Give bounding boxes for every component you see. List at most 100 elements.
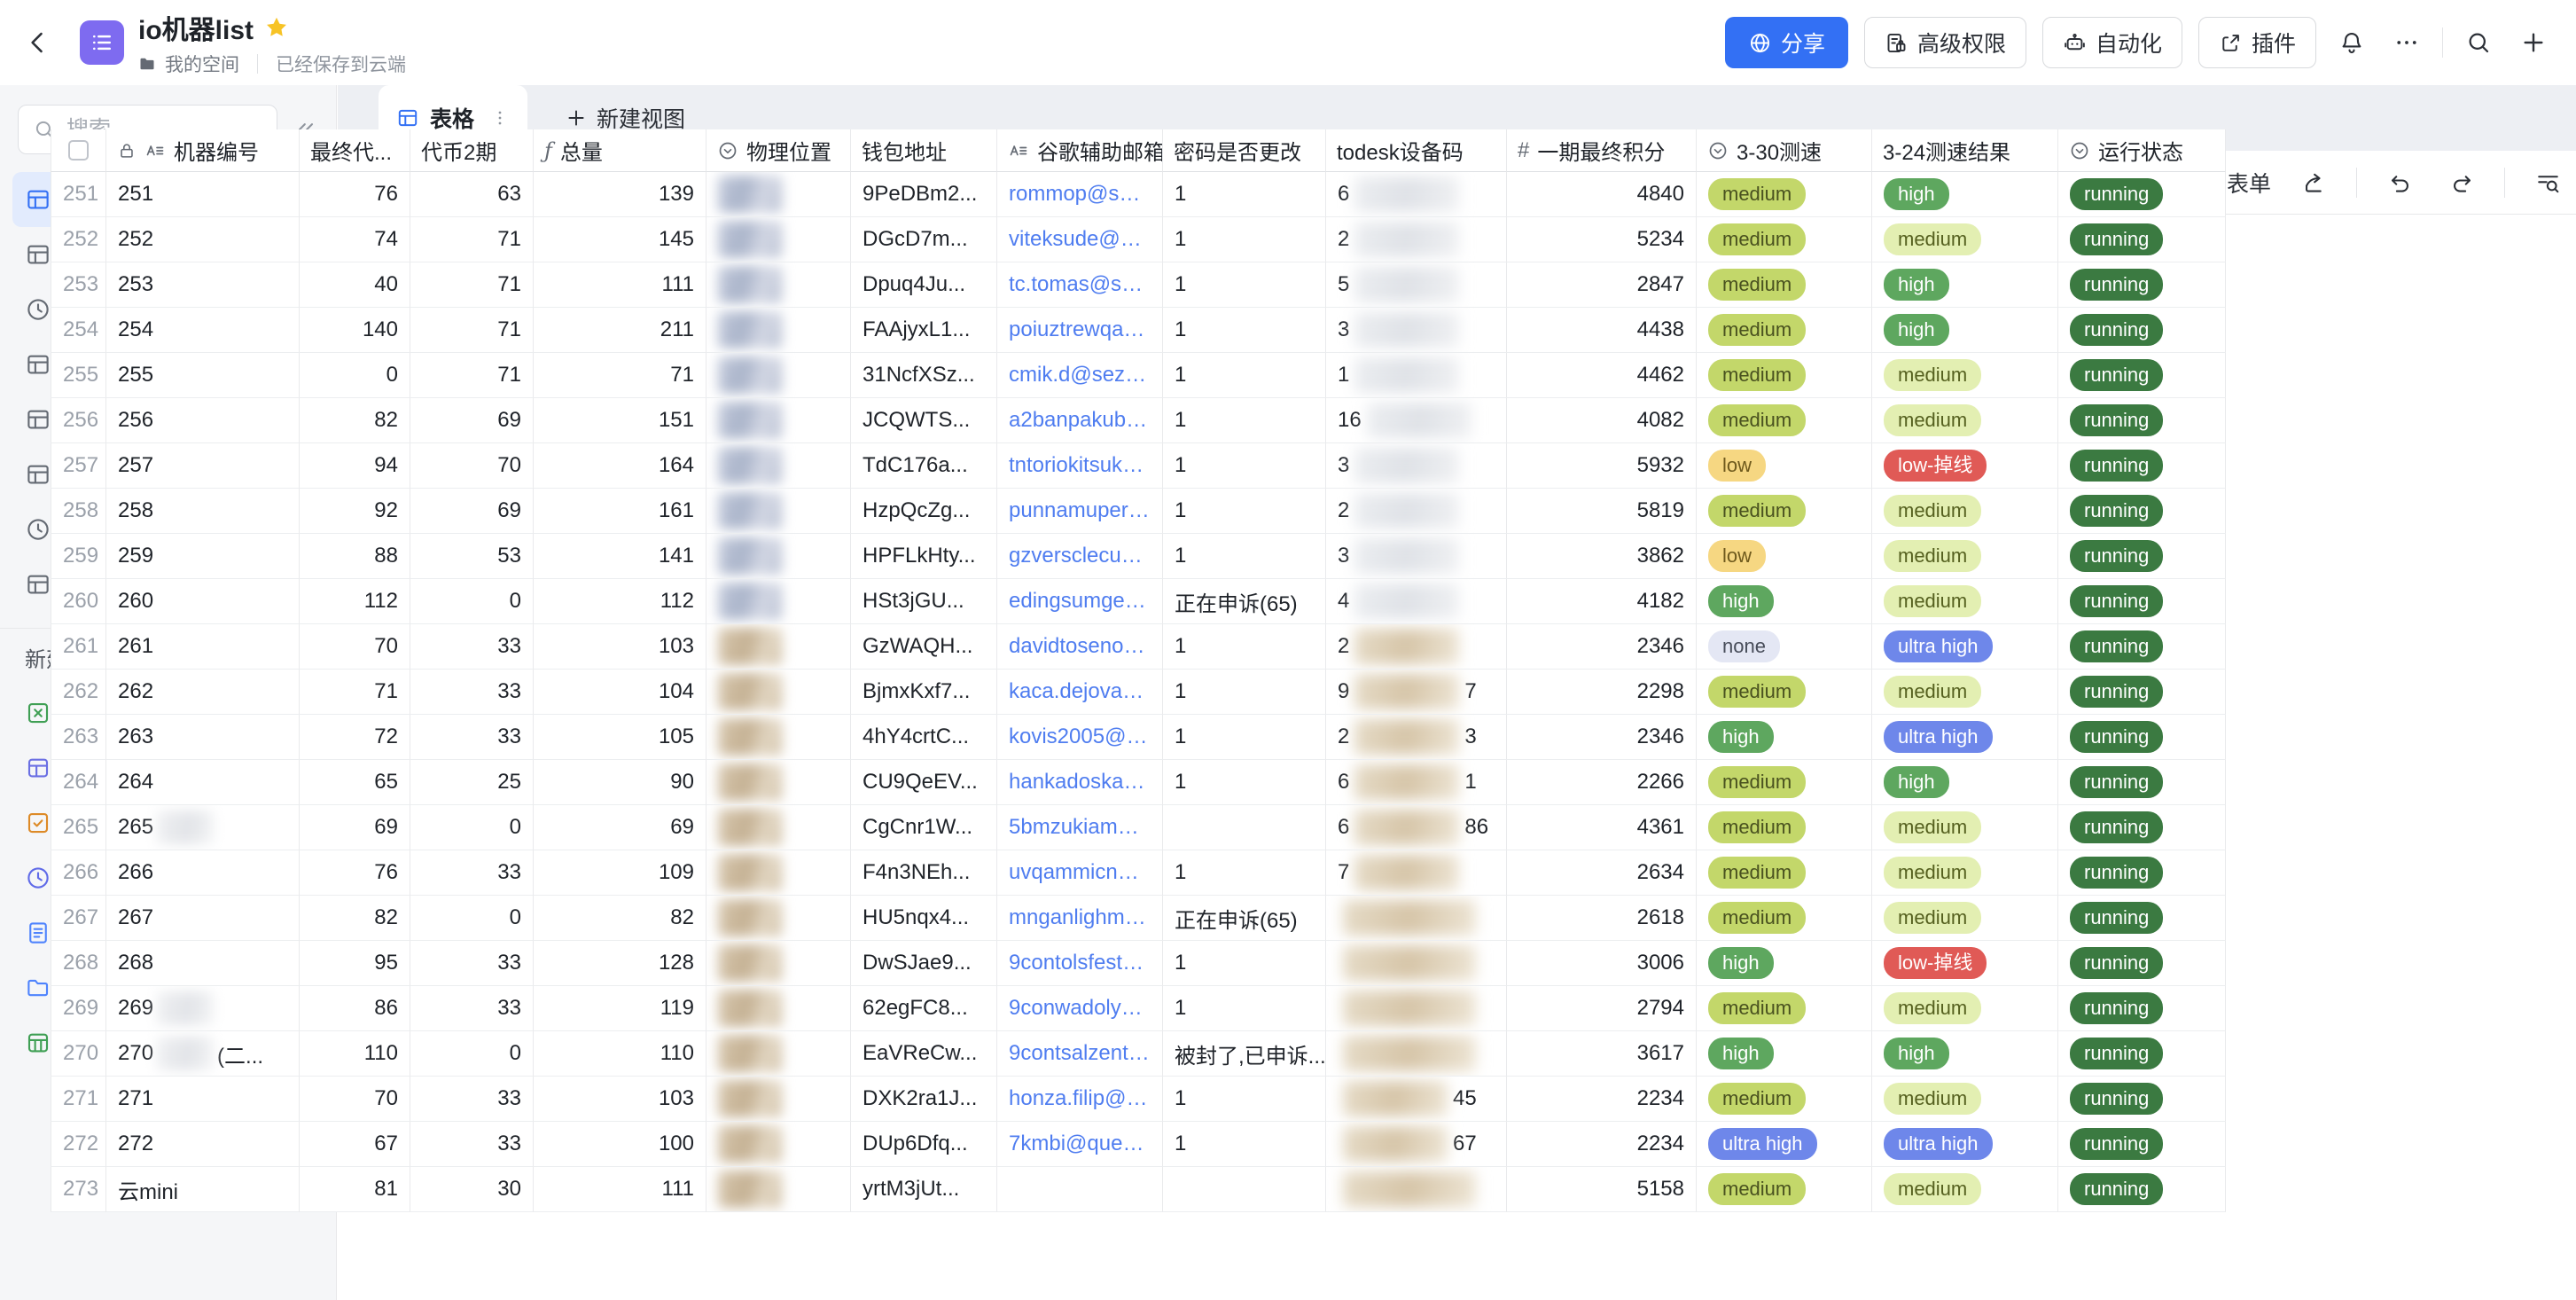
cell-todesk[interactable]	[1326, 1167, 1507, 1212]
cell-s330[interactable]: medium	[1697, 986, 1872, 1031]
cell-coin2[interactable]: 70	[410, 443, 534, 489]
cell-todesk[interactable]: 4	[1326, 579, 1507, 624]
cell-points[interactable]: 2298	[1507, 670, 1697, 715]
select-all-header[interactable]	[51, 129, 106, 172]
cell-email[interactable]: 5bmzukiamagu...	[997, 805, 1163, 850]
cell-coin2[interactable]: 30	[410, 1167, 534, 1212]
cell-s330[interactable]: medium	[1697, 489, 1872, 534]
cell-todesk[interactable]	[1326, 896, 1507, 941]
cell-wallet[interactable]: TdC176a...	[851, 443, 997, 489]
cell-status[interactable]: running	[2058, 353, 2226, 398]
cell-location[interactable]	[706, 624, 851, 670]
cell-status[interactable]: running	[2058, 398, 2226, 443]
cell-s324[interactable]: high	[1872, 1031, 2058, 1077]
cell-total[interactable]: 119	[534, 986, 706, 1031]
cell-points[interactable]: 3617	[1507, 1031, 1697, 1077]
cell-final[interactable]: 94	[300, 443, 410, 489]
cell-status[interactable]: running	[2058, 941, 2226, 986]
cell-email[interactable]: mnganlighmas...	[997, 896, 1163, 941]
cell-todesk[interactable]: 3	[1326, 534, 1507, 579]
tab-menu-icon[interactable]	[490, 108, 510, 128]
email-link[interactable]: kaca.dejova@s...	[1009, 679, 1151, 704]
cell-total[interactable]: 104	[534, 670, 706, 715]
cell-s330[interactable]: high	[1697, 715, 1872, 760]
column-header-final[interactable]: 最终代...	[300, 129, 410, 172]
cell-machine[interactable]: 261	[106, 624, 300, 670]
cell-total[interactable]: 100	[534, 1122, 706, 1167]
cell-machine[interactable]: 251	[106, 172, 300, 217]
cell-todesk[interactable]: 6	[1326, 172, 1507, 217]
cell-s324[interactable]: ultra high	[1872, 624, 2058, 670]
cell-total[interactable]: 151	[534, 398, 706, 443]
cell-final[interactable]: 82	[300, 896, 410, 941]
cell-pwd[interactable]: 1	[1163, 489, 1326, 534]
cell-todesk[interactable]: 45	[1326, 1077, 1507, 1122]
find-in-table-icon[interactable]	[2528, 163, 2567, 202]
cell-pwd[interactable]: 1	[1163, 534, 1326, 579]
cell-coin2[interactable]: 63	[410, 172, 534, 217]
cell-num[interactable]: 256	[51, 398, 106, 443]
cell-location[interactable]	[706, 443, 851, 489]
cell-email[interactable]	[997, 1167, 1163, 1212]
cell-s324[interactable]: medium	[1872, 534, 2058, 579]
cell-wallet[interactable]: HPFLkHty...	[851, 534, 997, 579]
cell-coin2[interactable]: 0	[410, 579, 534, 624]
cell-status[interactable]: running	[2058, 805, 2226, 850]
cell-machine[interactable]: 258	[106, 489, 300, 534]
cell-todesk[interactable]: 3	[1326, 443, 1507, 489]
cell-status[interactable]: running	[2058, 986, 2226, 1031]
cell-email[interactable]: hankadoskarov...	[997, 760, 1163, 805]
cell-coin2[interactable]: 71	[410, 308, 534, 353]
cell-wallet[interactable]: JCQWTS...	[851, 398, 997, 443]
cell-coin2[interactable]: 33	[410, 715, 534, 760]
cell-points[interactable]: 2794	[1507, 986, 1697, 1031]
search-icon[interactable]	[2459, 23, 2498, 62]
cell-total[interactable]: 139	[534, 172, 706, 217]
cell-final[interactable]: 110	[300, 1031, 410, 1077]
cell-email[interactable]: gzversclecuniz...	[997, 534, 1163, 579]
email-link[interactable]: 9contsalzentru...	[1009, 1041, 1151, 1066]
email-link[interactable]: poiuztrewqasy...	[1009, 317, 1151, 342]
cell-todesk[interactable]	[1326, 1031, 1507, 1077]
cell-location[interactable]	[706, 986, 851, 1031]
cell-points[interactable]: 2234	[1507, 1077, 1697, 1122]
cell-pwd[interactable]: 1	[1163, 760, 1326, 805]
cell-pwd[interactable]: 正在申诉(65)	[1163, 579, 1326, 624]
cell-s330[interactable]: medium	[1697, 353, 1872, 398]
email-link[interactable]: hankadoskarov...	[1009, 770, 1151, 795]
cell-pwd[interactable]	[1163, 805, 1326, 850]
cell-wallet[interactable]: EaVReCw...	[851, 1031, 997, 1077]
cell-final[interactable]: 92	[300, 489, 410, 534]
cell-machine[interactable]: 254	[106, 308, 300, 353]
cell-s324[interactable]: medium	[1872, 398, 2058, 443]
cell-location[interactable]	[706, 262, 851, 308]
cell-s324[interactable]: medium	[1872, 805, 2058, 850]
cell-email[interactable]: uvqammicno91...	[997, 850, 1163, 896]
cell-email[interactable]: punnamuperna...	[997, 489, 1163, 534]
cell-points[interactable]: 4361	[1507, 805, 1697, 850]
cell-points[interactable]: 2618	[1507, 896, 1697, 941]
cell-coin2[interactable]: 33	[410, 1122, 534, 1167]
cell-s330[interactable]: high	[1697, 1031, 1872, 1077]
cell-coin2[interactable]: 71	[410, 262, 534, 308]
cell-status[interactable]: running	[2058, 1167, 2226, 1212]
cell-num[interactable]: 257	[51, 443, 106, 489]
column-header-email[interactable]: 谷歌辅助邮箱	[997, 129, 1163, 172]
cell-pwd[interactable]: 1	[1163, 941, 1326, 986]
cell-location[interactable]	[706, 715, 851, 760]
cell-machine[interactable]: 267	[106, 896, 300, 941]
cell-location[interactable]	[706, 308, 851, 353]
cell-pwd[interactable]: 1	[1163, 353, 1326, 398]
column-header-wallet[interactable]: 钱包地址	[851, 129, 997, 172]
email-link[interactable]: 5bmzukiamagu...	[1009, 815, 1151, 840]
cell-points[interactable]: 5819	[1507, 489, 1697, 534]
cell-machine[interactable]: 270(二...	[106, 1031, 300, 1077]
cell-s324[interactable]: medium	[1872, 670, 2058, 715]
cell-coin2[interactable]: 69	[410, 489, 534, 534]
cell-s330[interactable]: medium	[1697, 805, 1872, 850]
cell-coin2[interactable]: 33	[410, 941, 534, 986]
cell-wallet[interactable]: GzWAQH...	[851, 624, 997, 670]
cell-location[interactable]	[706, 1031, 851, 1077]
cell-coin2[interactable]: 33	[410, 1077, 534, 1122]
cell-wallet[interactable]: DUp6Dfq...	[851, 1122, 997, 1167]
